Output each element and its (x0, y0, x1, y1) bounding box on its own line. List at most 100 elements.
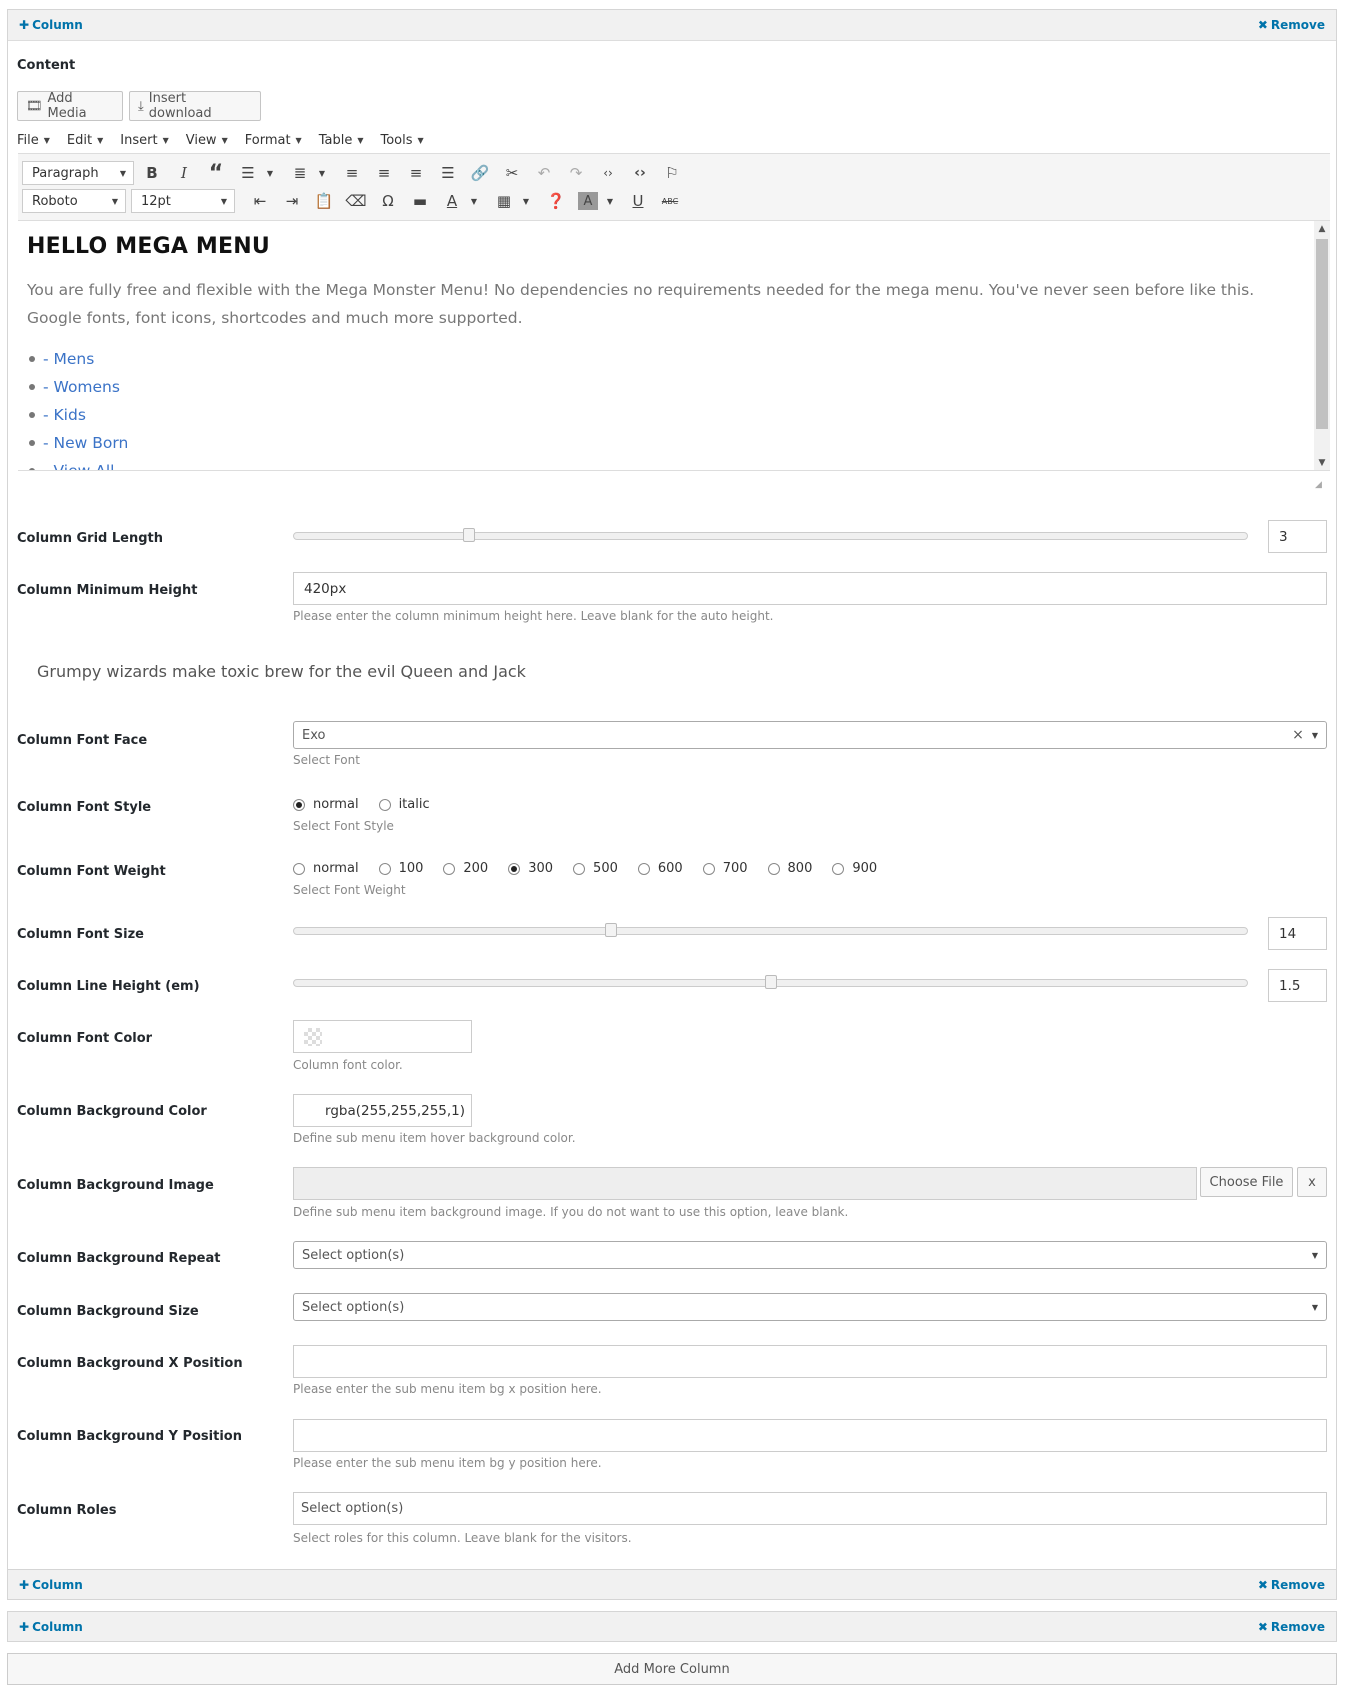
caret-down-icon[interactable]: ▼ (316, 161, 328, 185)
list-item[interactable]: - View All (27, 457, 128, 470)
font-weight-option-900[interactable]: 900 (832, 861, 877, 876)
font-weight-option-100[interactable]: 100 (378, 861, 423, 876)
menu-format[interactable]: Format ▼ (245, 130, 302, 150)
scrollbar-thumb[interactable] (1316, 239, 1328, 429)
font-family-select[interactable]: Roboto ▼ (22, 189, 126, 213)
remove-column-button[interactable]: ✖ Remove (1258, 1578, 1325, 1592)
caret-down-icon[interactable]: ▼ (604, 189, 616, 213)
indent-icon[interactable]: ⇥ (276, 189, 308, 213)
radio[interactable] (378, 862, 391, 875)
radio[interactable] (293, 862, 305, 875)
menu-file[interactable]: File ▼ (17, 130, 50, 150)
caret-down-icon[interactable]: ▼ (520, 189, 532, 213)
radio[interactable] (443, 862, 456, 875)
bg-y-input[interactable] (293, 1419, 1327, 1452)
font-weight-option-800[interactable]: 800 (767, 861, 812, 876)
collapsed-column-header[interactable]: ✚ Column ✖ Remove (7, 1569, 1337, 1600)
radio[interactable] (767, 862, 780, 875)
help-icon[interactable]: ❓ (540, 189, 572, 213)
scroll-down-icon[interactable]: ▼ (1314, 455, 1330, 470)
source-code-icon[interactable]: ‹› (624, 161, 656, 185)
strikethrough-icon[interactable]: ABC (654, 189, 686, 213)
font-style-option-italic[interactable]: italic (378, 797, 430, 812)
paste-icon[interactable]: 📋 (308, 189, 340, 213)
list-item[interactable]: - Kids (27, 401, 128, 429)
bookmark-icon[interactable]: ⚐ (656, 161, 688, 185)
text-color-icon[interactable]: A (436, 189, 468, 213)
horizontal-rule-icon[interactable]: ▬ (404, 189, 436, 213)
radio[interactable] (637, 862, 650, 875)
table-icon[interactable]: ▦ (488, 189, 520, 213)
clear-selection-icon[interactable]: × (1292, 727, 1304, 743)
list-item[interactable]: - New Born (27, 429, 128, 457)
background-color-icon[interactable]: A (578, 192, 598, 210)
menu-view[interactable]: View ▼ (186, 130, 228, 150)
outdent-icon[interactable]: ⇤ (244, 189, 276, 213)
font-size-slider[interactable] (293, 923, 1248, 937)
code-icon[interactable]: ‹› (592, 161, 624, 185)
font-style-option-normal[interactable]: normal (293, 797, 359, 812)
bg-color-input[interactable]: rgba(255,255,255,1) (293, 1094, 472, 1127)
font-face-select[interactable]: Exo × ▼ (293, 721, 1327, 749)
blockquote-icon[interactable]: “ (200, 161, 232, 186)
radio[interactable] (702, 862, 715, 875)
roles-select[interactable]: Select option(s) (293, 1492, 1327, 1525)
line-height-input[interactable]: 1.5 (1268, 969, 1327, 1002)
unlink-icon[interactable]: ✂ (496, 161, 528, 185)
redo-icon[interactable]: ↷ (560, 161, 592, 185)
underline-icon[interactable]: U (622, 189, 654, 213)
menu-insert[interactable]: Insert ▼ (120, 130, 168, 150)
menu-table[interactable]: Table ▼ (319, 130, 364, 150)
slider-handle[interactable] (765, 975, 777, 989)
resize-handle-icon[interactable]: ◢ (1315, 480, 1322, 490)
min-height-input[interactable]: 420px (293, 572, 1327, 605)
bold-icon[interactable]: B (136, 161, 168, 185)
add-more-column-button[interactable]: Add More Column (7, 1653, 1337, 1685)
line-height-slider[interactable] (293, 975, 1248, 989)
menu-edit[interactable]: Edit ▼ (67, 130, 103, 150)
font-color-picker[interactable] (293, 1020, 472, 1053)
clear-image-button[interactable]: x (1297, 1167, 1327, 1197)
font-weight-option-300[interactable]: 300 (508, 861, 553, 876)
undo-icon[interactable]: ↶ (528, 161, 560, 185)
align-left-icon[interactable]: ≡ (336, 161, 368, 185)
remove-column-button[interactable]: ✖ Remove (1258, 18, 1325, 32)
font-size-select[interactable]: 12pt ▼ (131, 189, 235, 213)
align-right-icon[interactable]: ≡ (400, 161, 432, 185)
scroll-up-icon[interactable]: ▲ (1314, 221, 1330, 237)
numbered-list-icon[interactable]: ≣ (284, 161, 316, 185)
column-move-handle[interactable]: ✚ Column (19, 18, 83, 32)
menu-tools[interactable]: Tools ▼ (380, 130, 423, 150)
column-move-handle[interactable]: ✚ Column (19, 1578, 83, 1592)
radio-selected[interactable] (293, 798, 305, 811)
add-media-button[interactable]: 🎞 Add Media (17, 91, 123, 121)
block-format-select[interactable]: Paragraph ▼ (22, 161, 134, 185)
slider-handle[interactable] (463, 528, 475, 542)
font-size-input[interactable]: 14 (1268, 917, 1327, 950)
link-icon[interactable]: 🔗 (464, 161, 496, 185)
caret-down-icon[interactable]: ▼ (264, 161, 276, 185)
align-center-icon[interactable]: ≡ (368, 161, 400, 185)
rich-text-editor[interactable]: HELLO MEGA MENU You are fully free and f… (18, 221, 1330, 471)
font-weight-option-700[interactable]: 700 (702, 861, 748, 876)
editor-scrollbar[interactable]: ▲ ▼ (1314, 221, 1330, 470)
caret-down-icon[interactable]: ▼ (468, 189, 480, 213)
choose-file-button[interactable]: Choose File (1200, 1167, 1293, 1197)
grid-length-input[interactable]: 3 (1268, 520, 1327, 553)
insert-download-button[interactable]: ⤓ Insert download (129, 91, 261, 121)
font-weight-option-200[interactable]: 200 (443, 861, 488, 876)
italic-icon[interactable]: I (168, 161, 200, 185)
bg-size-select[interactable]: Select option(s) ▼ (293, 1293, 1327, 1321)
column-move-handle[interactable]: ✚ Column (19, 1620, 83, 1634)
grid-length-slider[interactable] (293, 528, 1248, 542)
omega-icon[interactable]: Ω (372, 189, 404, 213)
bullet-list-icon[interactable]: ☰ (232, 161, 264, 185)
radio[interactable] (573, 862, 586, 875)
font-weight-option-normal[interactable]: normal (293, 861, 359, 876)
radio-selected[interactable] (508, 862, 521, 875)
radio[interactable] (832, 862, 845, 875)
clear-format-icon[interactable]: ⌫ (340, 189, 372, 213)
bg-x-input[interactable] (293, 1345, 1327, 1378)
remove-column-button[interactable]: ✖ Remove (1258, 1620, 1325, 1634)
list-item[interactable]: - Womens (27, 373, 128, 401)
